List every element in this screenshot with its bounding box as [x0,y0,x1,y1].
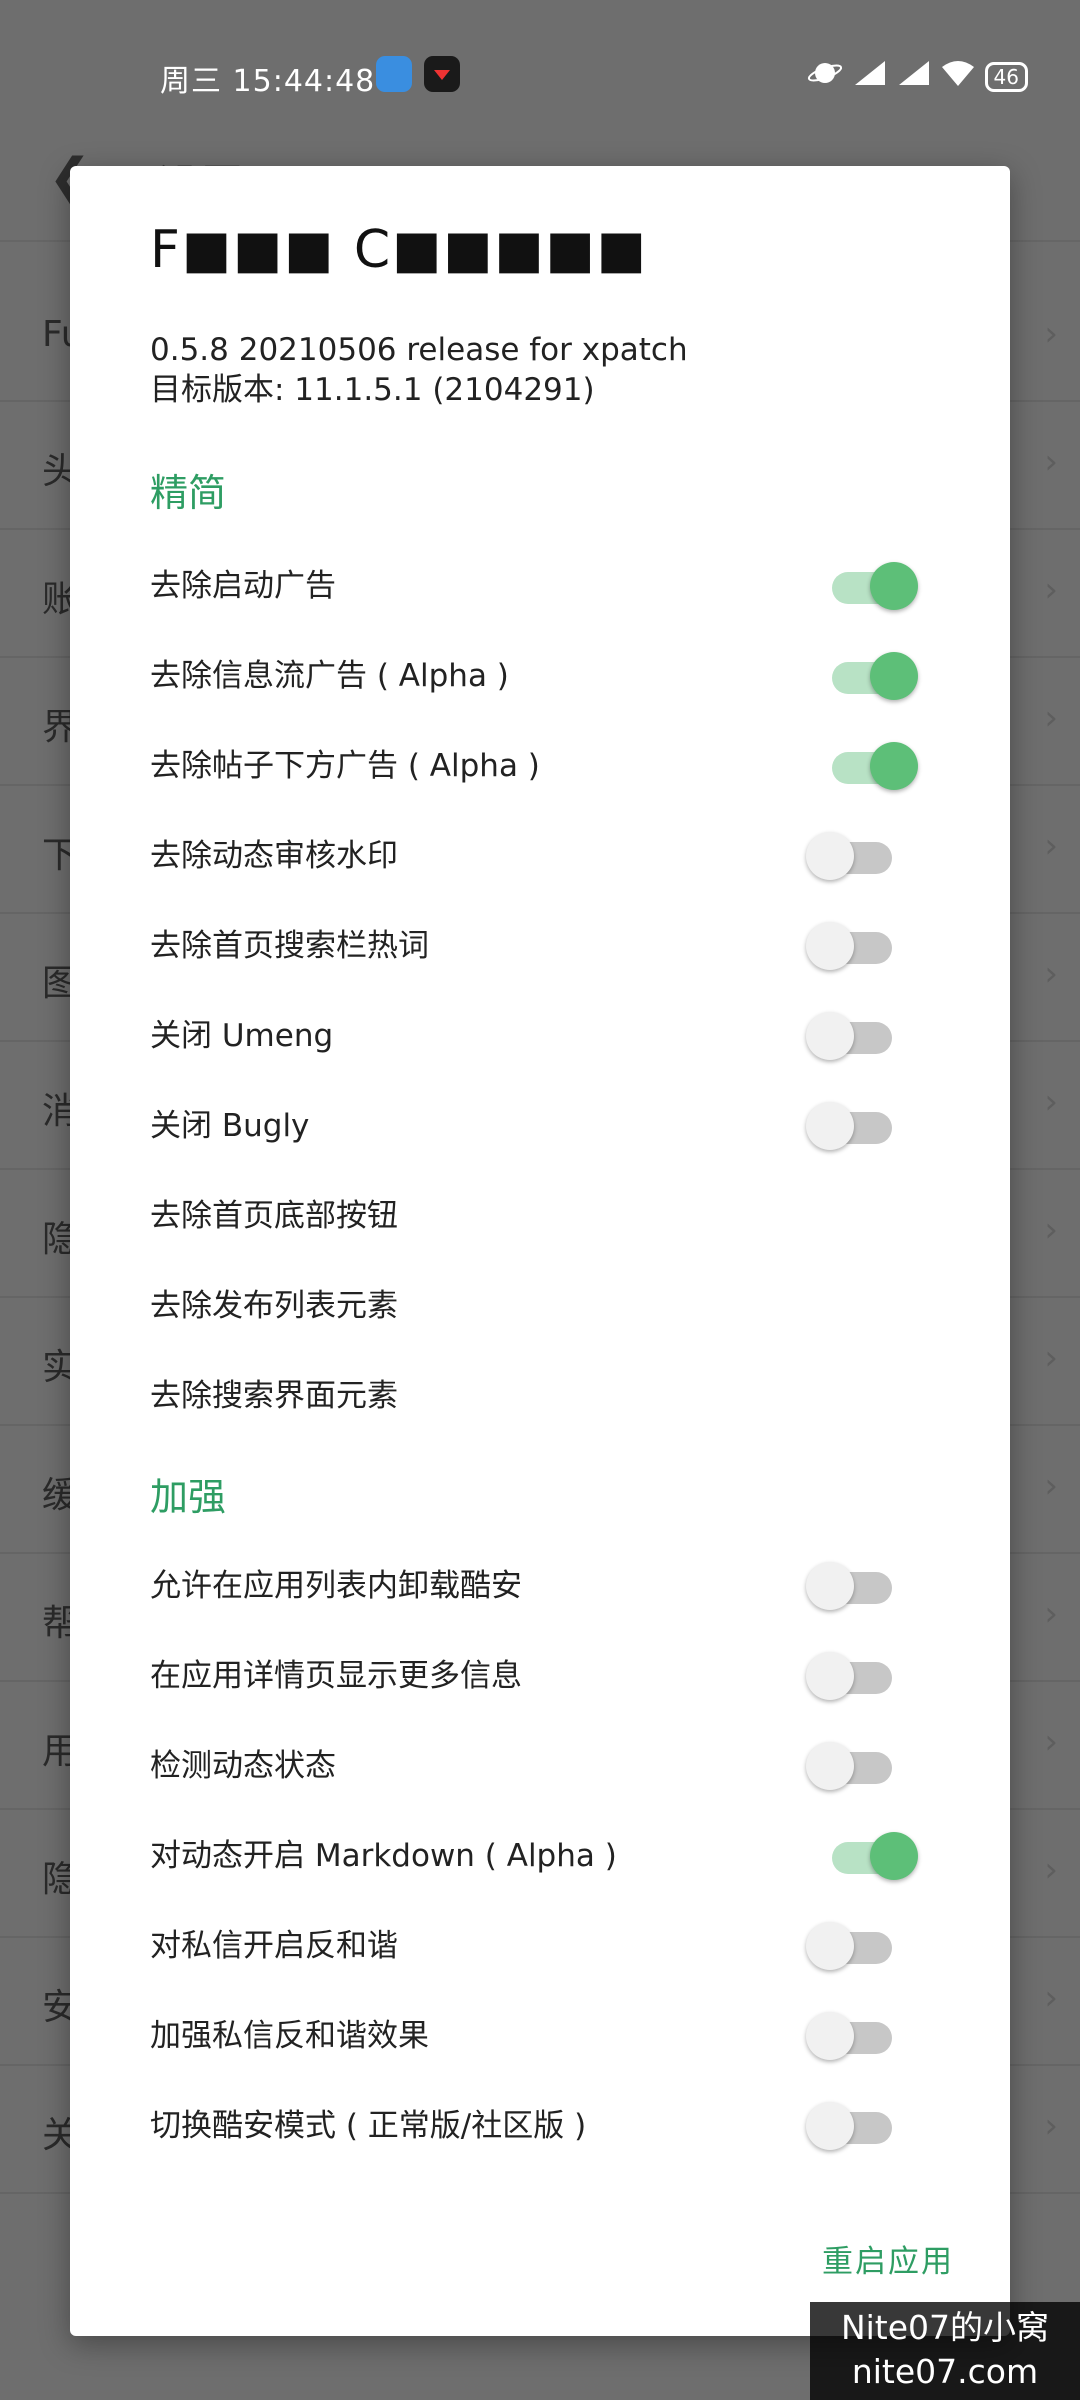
pref-label: 去除搜索界面元素 [150,1378,398,1414]
pref-label: 去除发布列表元素 [150,1288,398,1324]
pref-row[interactable]: 去除发布列表元素 [70,1260,1010,1350]
chevron-right-icon: › [1044,1338,1058,1378]
toggle-switch[interactable] [806,2012,914,2060]
pref-row[interactable]: 去除帖子下方广告 ( Alpha ) [70,720,1010,810]
signal-icon [853,59,887,95]
pref-row[interactable]: 去除首页底部按钮 [70,1170,1010,1260]
pref-label: 去除帖子下方广告 ( Alpha ) [150,748,540,784]
pref-row[interactable]: 关闭 Bugly [70,1080,1010,1170]
watermark-line: nite07.com [851,2352,1039,2391]
chevron-right-icon: › [1044,1722,1058,1762]
section-header-enhance: 加强 [150,1475,227,1519]
pref-label: 去除启动广告 [150,568,336,604]
pref-label: 去除首页搜索栏热词 [150,928,429,964]
toggle-switch[interactable] [818,652,918,700]
chevron-right-icon: › [1044,1082,1058,1122]
pref-row[interactable]: 去除动态审核水印 [70,810,1010,900]
notification-app-icon [424,56,460,92]
toggle-switch[interactable] [806,1922,914,1970]
watermark-line: Nite07的小窝 [840,2308,1050,2347]
pref-row[interactable]: 切换酷安模式 ( 正常版/社区版 ) [70,2080,1010,2170]
toggle-switch[interactable] [818,1832,918,1880]
status-icons: 46 [807,58,1028,96]
toggle-switch[interactable] [806,1652,914,1700]
chevron-right-icon: › [1044,1850,1058,1890]
chevron-right-icon: › [1044,570,1058,610]
planet-icon [807,58,843,96]
pref-row[interactable]: 去除信息流广告 ( Alpha ) [70,630,1010,720]
toggle-switch[interactable] [806,1012,914,1060]
chevron-right-icon: › [1044,314,1058,354]
signal-icon [897,59,931,95]
chevron-right-icon: › [1044,826,1058,866]
pref-label: 关闭 Bugly [150,1108,310,1144]
pref-label: 切换酷安模式 ( 正常版/社区版 ) [150,2108,587,2144]
chevron-right-icon: › [1044,1466,1058,1506]
notification-app-icon [376,56,412,92]
pref-label: 对私信开启反和谐 [150,1928,398,1964]
pref-row[interactable]: 在应用详情页显示更多信息 [70,1630,1010,1720]
section-header-simplify: 精简 [150,471,227,515]
pref-row[interactable]: 关闭 Umeng [70,990,1010,1080]
toggle-switch[interactable] [806,832,914,880]
pref-label: 去除信息流广告 ( Alpha ) [150,658,509,694]
version-info: 0.5.8 20210506 release for xpatch 目标版本: … [150,330,688,410]
pref-label: 去除首页底部按钮 [150,1198,398,1234]
pref-row[interactable]: 检测动态状态 [70,1720,1010,1810]
dialog-title: F■■■ C■■■■■ [150,220,648,280]
toggle-switch[interactable] [806,1102,914,1150]
toggle-switch[interactable] [818,562,918,610]
chevron-right-icon: › [1044,1594,1058,1634]
pref-label: 加强私信反和谐效果 [150,2018,429,2054]
pref-row[interactable]: 加强私信反和谐效果 [70,1990,1010,2080]
battery-icon: 46 [984,62,1028,92]
chevron-right-icon: › [1044,954,1058,994]
chevron-right-icon: › [1044,1978,1058,2018]
chevron-right-icon: › [1044,2106,1058,2146]
pref-row[interactable]: 对动态开启 Markdown ( Alpha ) [70,1810,1010,1900]
toggle-switch[interactable] [806,1562,914,1610]
toggle-switch[interactable] [806,922,914,970]
restart-app-button[interactable]: 重启应用 [822,2236,954,2281]
chevron-right-icon: › [1044,442,1058,482]
chevron-right-icon: › [1044,1210,1058,1250]
pref-row[interactable]: 去除首页搜索栏热词 [70,900,1010,990]
pref-row[interactable]: 允许在应用列表内卸载酷安 [70,1540,1010,1630]
status-time: 周三 15:44:48 [160,64,376,99]
pref-label: 关闭 Umeng [150,1018,334,1054]
pref-label: 在应用详情页显示更多信息 [150,1658,522,1694]
wifi-icon [941,59,975,95]
settings-dialog: F■■■ C■■■■■ 0.5.8 20210506 release for x… [70,166,1010,2336]
pref-row[interactable]: 去除启动广告 [70,540,1010,630]
chevron-right-icon: › [1044,698,1058,738]
watermark: Nite07的小窝 nite07.com [810,2302,1080,2400]
status-bar: 周三 15:44:48 46 [0,0,1080,150]
toggle-switch[interactable] [806,2102,914,2150]
pref-row[interactable]: 对私信开启反和谐 [70,1900,1010,1990]
toggle-switch[interactable] [818,742,918,790]
pref-label: 检测动态状态 [150,1748,336,1784]
pref-label: 允许在应用列表内卸载酷安 [150,1568,522,1604]
pref-label: 去除动态审核水印 [150,838,398,874]
version-line: 0.5.8 20210506 release for xpatch [150,332,688,368]
pref-row[interactable]: 去除搜索界面元素 [70,1350,1010,1440]
toggle-switch[interactable] [806,1742,914,1790]
target-version-line: 目标版本: 11.1.5.1 (2104291) [150,372,595,408]
pref-label: 对动态开启 Markdown ( Alpha ) [150,1838,617,1874]
